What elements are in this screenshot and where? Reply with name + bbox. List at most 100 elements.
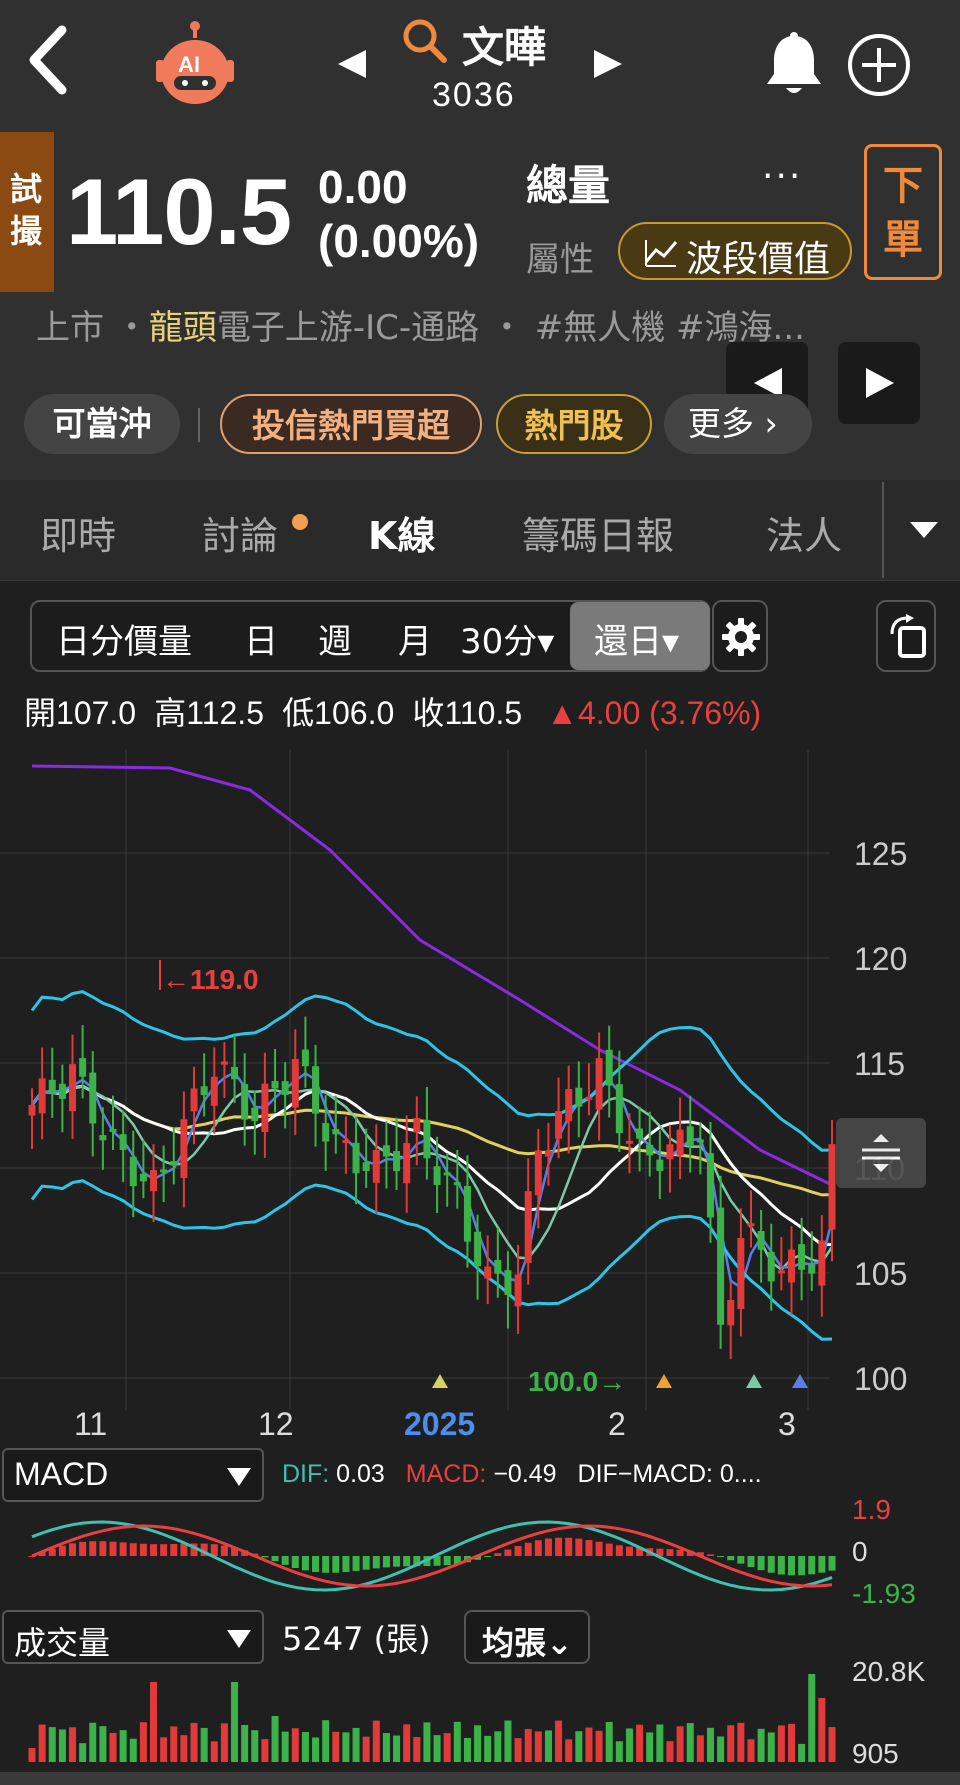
volume-bar [717,1736,725,1762]
macd-selector[interactable]: MACD [2,1448,264,1502]
macd-bar [828,1556,836,1571]
tab-discussion[interactable]: 討論 [202,505,278,560]
period-month[interactable]: 月 [398,614,432,663]
macd-bar [332,1556,340,1573]
candle-body [605,1049,613,1086]
stock-name[interactable]: 文曄 [462,14,546,75]
wave-value-button[interactable]: 波段價值 [618,222,852,280]
candle-body [474,1231,482,1267]
chip-investment-trust[interactable]: 投信熱門買超 [220,394,482,454]
candle-body [200,1086,208,1096]
candle-body [342,1139,350,1143]
candle-body [332,1129,340,1135]
macd-bar [595,1541,603,1556]
tags-highlight[interactable]: 龍頭 [149,308,217,348]
volume-bar [737,1722,745,1762]
tab-institutional[interactable]: 法人 [766,505,842,560]
avg-volume-button[interactable]: 均張⌄ [464,1610,590,1664]
kline-chart[interactable] [0,750,960,1450]
macd-bar [605,1543,613,1556]
macd-bar [544,1538,552,1556]
bell-icon[interactable] [762,30,826,100]
volume-bar [767,1732,775,1762]
volume-bar [605,1721,613,1762]
volume-bar [393,1735,401,1762]
volume-bar [777,1725,785,1762]
candle-body [281,1081,289,1095]
y-tick-120: 120 [854,941,908,977]
tab-realtime[interactable]: 即時 [40,505,116,560]
macd-bar [767,1556,775,1573]
price-line-handle[interactable] [836,1118,926,1188]
candle-body [646,1144,654,1156]
rotate-screen-icon[interactable] [876,600,936,672]
next-stock-icon[interactable] [592,48,624,80]
ai-robot-icon[interactable]: AI [150,20,240,110]
volume-bar [200,1727,208,1762]
macd-bar [281,1556,289,1565]
candle-body [170,1161,178,1166]
tab-divider [882,482,884,578]
tags-rest[interactable]: 電子上游-IC-通路 ・ #無人機 #鴻海... [217,308,805,348]
candle-body [291,1058,299,1108]
macd-chart [28,1520,836,1592]
volume-bar [453,1721,461,1762]
volume-bar [281,1731,289,1762]
add-icon[interactable] [846,32,912,98]
candle-body [565,1089,573,1122]
macd-bar [99,1541,107,1556]
volume-bar [818,1698,826,1762]
candle-body [767,1251,775,1282]
tags-prefix: 上市 ・ [36,308,149,348]
period-intraday[interactable]: 日分價量 [56,614,192,663]
dif-macd-label: DIF−MACD: 0.... [577,1460,762,1488]
new-dot [292,514,308,530]
low-marker-label: 100.0→ [528,1366,627,1397]
volume-bar [656,1724,664,1762]
candle-body [261,1083,269,1133]
period-active-label: 還日▾ [594,622,680,662]
search-icon[interactable] [400,16,450,66]
candle-body [757,1230,765,1250]
tab-dropdown-icon[interactable] [908,518,940,542]
period-day[interactable]: 日 [244,614,278,663]
volume-bar [322,1720,330,1762]
macd-bar [818,1556,826,1573]
chip-hot-stock[interactable]: 熱門股 [496,394,652,454]
candle-body [69,1064,77,1112]
period-active[interactable]: 還日▾ [570,602,710,670]
candle-body [524,1191,532,1263]
volume-bar [484,1735,492,1762]
chip-day-trade[interactable]: 可當沖 [24,394,180,454]
volume-bar [58,1729,66,1762]
more-options-icon[interactable]: ··· [762,156,802,197]
volume-selector[interactable]: 成交量 [2,1610,264,1664]
candle-body [150,1170,158,1192]
order-button[interactable]: 下單 [864,144,942,280]
dif-value: 0.03 [336,1460,385,1488]
total-volume-label: 總量 [526,161,611,210]
volume-bar [241,1724,249,1762]
back-icon[interactable] [20,20,80,100]
period-30min[interactable]: 30分▾ [460,614,554,663]
volume-bar [575,1731,583,1762]
macd-bar [291,1556,299,1568]
tab-chips-daily[interactable]: 籌碼日報 [522,505,674,560]
period-week[interactable]: 週 [318,614,352,663]
stock-code: 3036 [432,76,516,114]
volume-bar [463,1737,471,1762]
chip-divider [198,408,200,442]
candle-body [747,1223,755,1227]
volume-bar [69,1727,77,1762]
chart-next-button[interactable] [838,342,920,424]
signal-marker [432,1374,448,1388]
volume-bar [79,1743,87,1762]
candle-body [48,1079,56,1095]
macd-bar [504,1549,512,1556]
chip-more[interactable]: 更多 › [664,394,812,454]
prev-stock-icon[interactable] [336,48,368,80]
macd-tick-zero: 0 [852,1536,868,1567]
tab-kline[interactable]: K線 [368,505,435,560]
volume-bar [666,1741,674,1762]
settings-gear-icon[interactable] [712,600,768,672]
